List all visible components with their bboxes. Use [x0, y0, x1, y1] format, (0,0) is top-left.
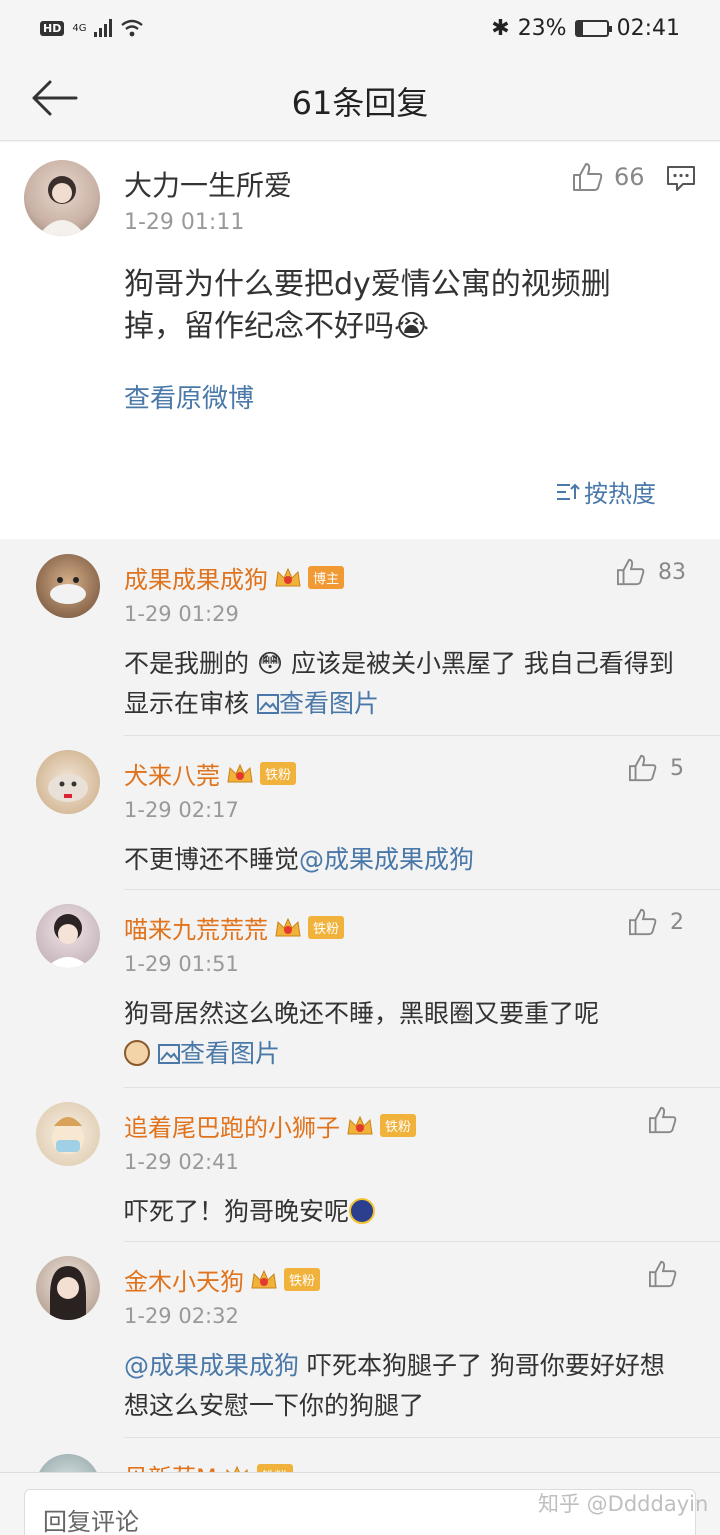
username-text: 追着尾巴跑的小狮子: [124, 1114, 340, 1142]
like-count: 2: [670, 909, 684, 935]
username-text: 金木小天狗: [124, 1268, 244, 1296]
crown-icon: [227, 763, 253, 782]
comment-text: 狗哥为什么要把dy爱情公寓的视频删掉，留作纪念不好吗😭: [124, 267, 611, 344]
blogger-badge: 博主: [308, 566, 345, 589]
sort-label: 按热度: [584, 480, 656, 508]
page-title: 61条回复: [291, 84, 429, 122]
watermark: 知乎 @Ddddayin: [538, 1492, 709, 1516]
crown-icon: [275, 917, 301, 936]
image-icon: [256, 694, 279, 714]
mention-link[interactable]: @成果成果成狗: [299, 845, 474, 874]
reply-item: 成果成果成狗 博主 1-29 01:29 83 不是我删的 😳 应该是被关小黑屋…: [0, 540, 720, 736]
reply-item: 追着尾巴跑的小狮子 铁粉 1-29 02:41 吓死了！狗哥晚安呢: [0, 1088, 720, 1242]
thumb-up-icon: [617, 558, 645, 586]
like-count: 66: [614, 163, 645, 191]
moon-emoji-icon: [349, 1198, 376, 1224]
fan-badge: 铁粉: [284, 1268, 321, 1291]
bluetooth-icon: ✱: [491, 15, 510, 41]
clock: 02:41: [616, 15, 680, 41]
thumb-up-icon: [573, 163, 603, 191]
reply-text: 不更博还不睡觉@成果成果成狗: [124, 840, 684, 880]
thumb-up-icon: [649, 1106, 677, 1134]
view-image-label: 查看图片: [179, 1039, 280, 1068]
avatar[interactable]: [24, 160, 100, 236]
cat-emoji-icon: [124, 1040, 150, 1066]
like-count: 5: [670, 755, 684, 781]
avatar[interactable]: [36, 750, 100, 814]
avatar[interactable]: [36, 554, 100, 618]
comment-icon[interactable]: [666, 164, 696, 192]
avatar[interactable]: [36, 1256, 100, 1320]
view-image-link[interactable]: 查看图片: [157, 1039, 280, 1068]
battery-icon: [574, 19, 612, 37]
status-bar: HD 4G ✱ 23% 02:41: [0, 0, 720, 56]
reply-text-body: 不更博还不睡觉: [124, 845, 300, 874]
like-button[interactable]: 2: [628, 908, 684, 936]
timestamp: 1-29 01:29: [124, 602, 239, 626]
reply-text-body: 吓死了！狗哥晚安呢: [124, 1197, 350, 1226]
username[interactable]: 成果成果成狗 博主: [124, 560, 345, 595]
thumb-up-icon: [629, 754, 657, 782]
timestamp: 1-29 02:17: [124, 798, 239, 822]
view-original-link[interactable]: 查看原微博: [124, 378, 254, 415]
crown-icon: [275, 567, 301, 586]
signal-icon: [94, 19, 113, 37]
status-left: HD 4G: [40, 18, 144, 38]
reply-text: @成果成果成狗 吓死本狗腿子了 狗哥你要好好想想这么安慰一下你的狗腿了: [124, 1346, 684, 1426]
wifi-icon: [121, 19, 144, 37]
timestamp: 1-29 02:41: [124, 1150, 239, 1174]
fan-badge: 铁粉: [260, 762, 297, 785]
crown-icon: [347, 1115, 373, 1134]
username-text: 犬来八莞: [124, 762, 220, 790]
like-button[interactable]: [648, 1260, 678, 1288]
username[interactable]: 追着尾巴跑的小狮子 铁粉: [124, 1108, 417, 1143]
reply-item: 犬来八莞 铁粉 1-29 02:17 5 不更博还不睡觉@成果成果成狗: [0, 736, 720, 890]
thumb-up-icon: [649, 1260, 677, 1288]
view-image-label: 查看图片: [278, 689, 379, 718]
nav-bar: 61条回复: [0, 56, 720, 141]
network-type: 4G: [72, 22, 87, 34]
reply-text: 吓死了！狗哥晚安呢: [124, 1192, 684, 1232]
reply-item: 喵来九荒荒荒 铁粉 1-29 01:51 2 狗哥居然这么晚还不睡，黑眼圈又要重…: [0, 890, 720, 1088]
timestamp: 1-29 01:11: [124, 210, 245, 235]
like-button[interactable]: 5: [628, 754, 684, 782]
timestamp: 1-29 02:32: [124, 1304, 239, 1328]
fan-badge: 铁粉: [308, 916, 345, 939]
avatar[interactable]: [36, 1102, 100, 1166]
like-button[interactable]: [648, 1106, 678, 1134]
username-text: 成果成果成狗: [124, 566, 268, 594]
crown-icon: [251, 1269, 277, 1288]
like-count: 83: [658, 559, 686, 585]
sort-icon: [557, 483, 580, 500]
fan-badge: 铁粉: [380, 1114, 417, 1137]
like-button[interactable]: 83: [616, 558, 686, 586]
status-right: ✱ 23% 02:41: [491, 16, 680, 41]
hd-icon: HD: [40, 20, 65, 36]
username[interactable]: 喵来九荒荒荒 铁粉: [124, 910, 345, 945]
reply-text-body: 不是我删的 😳 应该是被关小黑屋了 我自己看得到 显示在审核: [124, 649, 674, 718]
reply-text-body: 狗哥居然这么晚还不睡，黑眼圈又要重了呢: [124, 999, 600, 1028]
username[interactable]: 犬来八莞 铁粉: [124, 756, 297, 791]
avatar[interactable]: [36, 904, 100, 968]
reply-text: 不是我删的 😳 应该是被关小黑屋了 我自己看得到 显示在审核 查看图片: [124, 644, 684, 724]
timestamp: 1-29 01:51: [124, 952, 239, 976]
battery-percent: 23%: [517, 15, 567, 41]
username[interactable]: 大力一生所爱: [124, 164, 292, 204]
username-text: 喵来九荒荒荒: [124, 916, 268, 944]
reply-text: 狗哥居然这么晚还不睡，黑眼圈又要重了呢 查看图片: [124, 994, 684, 1074]
like-button[interactable]: 66: [572, 162, 645, 192]
view-image-link[interactable]: 查看图片: [256, 689, 379, 718]
image-icon: [157, 1044, 180, 1064]
reply-item: 金木小天狗 铁粉 1-29 02:32 @成果成果成狗 吓死本狗腿子了 狗哥你要…: [0, 1242, 720, 1438]
username[interactable]: 金木小天狗 铁粉: [124, 1262, 321, 1297]
main-comment: 大力一生所爱 1-29 01:11 66 狗哥为什么要把dy爱情公寓的视频删掉，…: [0, 142, 720, 539]
sort-button[interactable]: 按热度: [556, 474, 656, 509]
mention-link[interactable]: @成果成果成狗: [124, 1351, 299, 1380]
thumb-up-icon: [629, 908, 657, 936]
